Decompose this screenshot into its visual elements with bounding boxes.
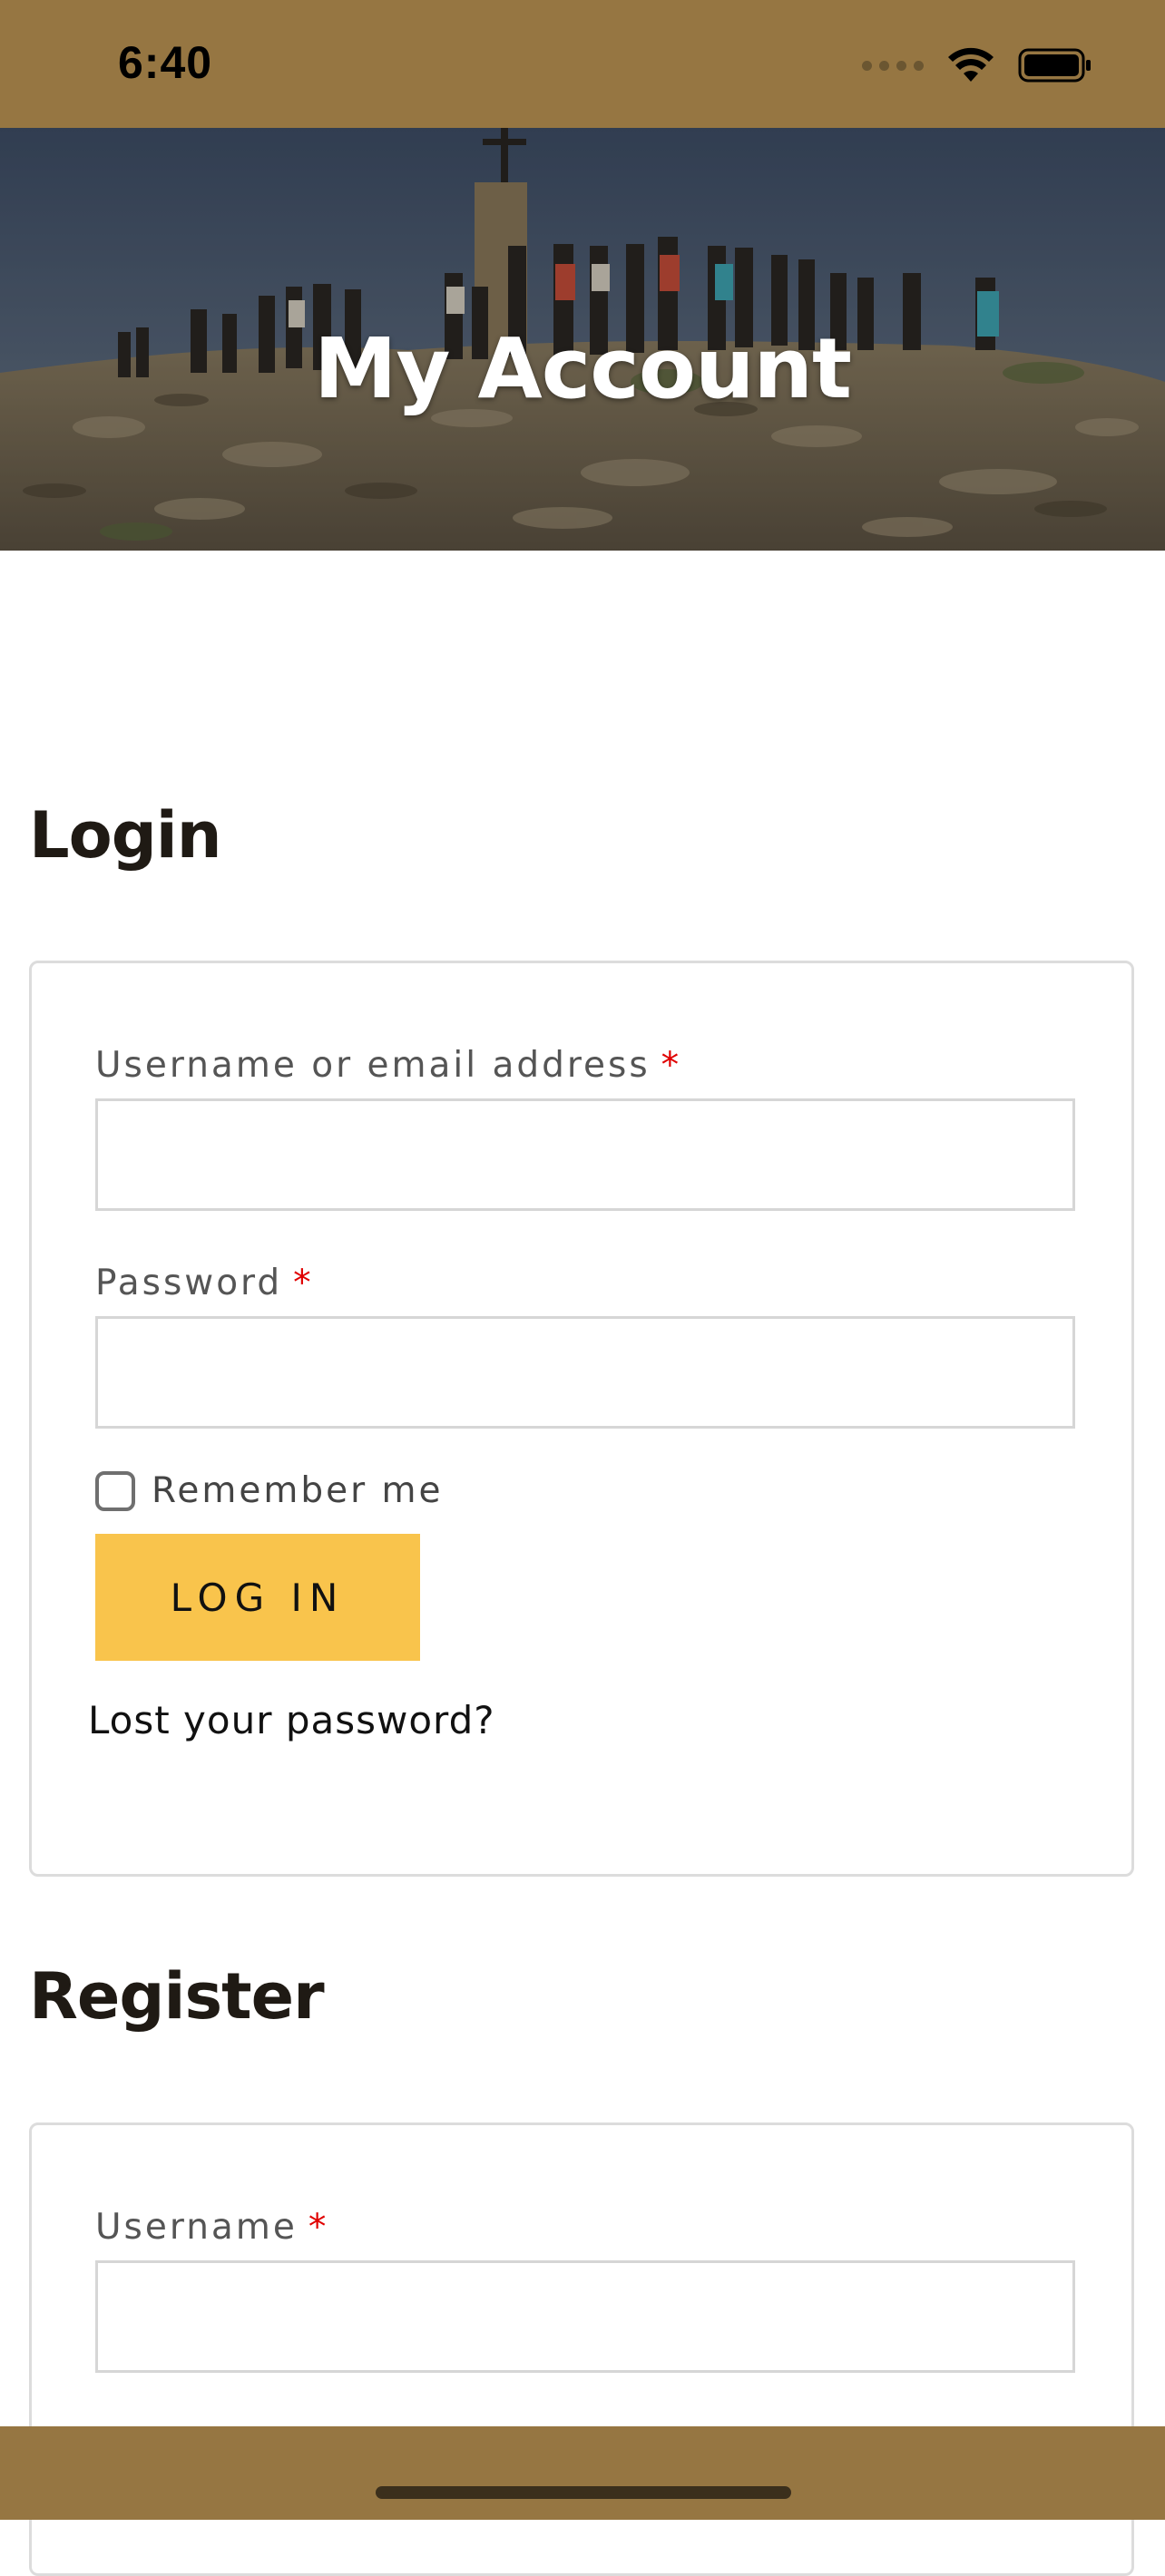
username-email-input[interactable] <box>95 1098 1075 1211</box>
remember-me-checkbox[interactable] <box>95 1470 135 1511</box>
page-title: My Account <box>314 319 852 417</box>
login-form: Username or email address * Password * Rem… <box>29 961 1134 1877</box>
register-username-label: Username * <box>95 2207 329 2248</box>
status-bar: 6:40 <box>0 0 1165 128</box>
lost-password-link[interactable]: Lost your password? <box>88 1698 495 1742</box>
register-heading: Register <box>29 1959 325 2034</box>
required-marker: * <box>661 1045 682 1086</box>
required-marker: * <box>308 2207 329 2248</box>
remember-me-label: Remember me <box>152 1470 444 1511</box>
battery-icon <box>1018 48 1091 83</box>
remember-me-row[interactable]: Remember me <box>95 1470 443 1511</box>
cellular-signal-icon <box>862 60 924 71</box>
status-icons <box>862 45 1092 85</box>
bottom-bar <box>0 2426 1165 2520</box>
username-email-label: Username or email address * <box>95 1045 682 1086</box>
password-label: Password * <box>95 1263 314 1303</box>
wifi-icon <box>948 47 994 82</box>
login-heading: Login <box>29 798 222 873</box>
log-in-button[interactable]: LOG IN <box>95 1534 420 1661</box>
home-indicator[interactable] <box>376 2486 791 2499</box>
password-input[interactable] <box>95 1316 1075 1429</box>
register-username-input[interactable] <box>95 2260 1075 2373</box>
hero-banner: My Account <box>0 128 1165 551</box>
required-marker: * <box>293 1263 314 1303</box>
status-time: 6:40 <box>118 37 213 88</box>
